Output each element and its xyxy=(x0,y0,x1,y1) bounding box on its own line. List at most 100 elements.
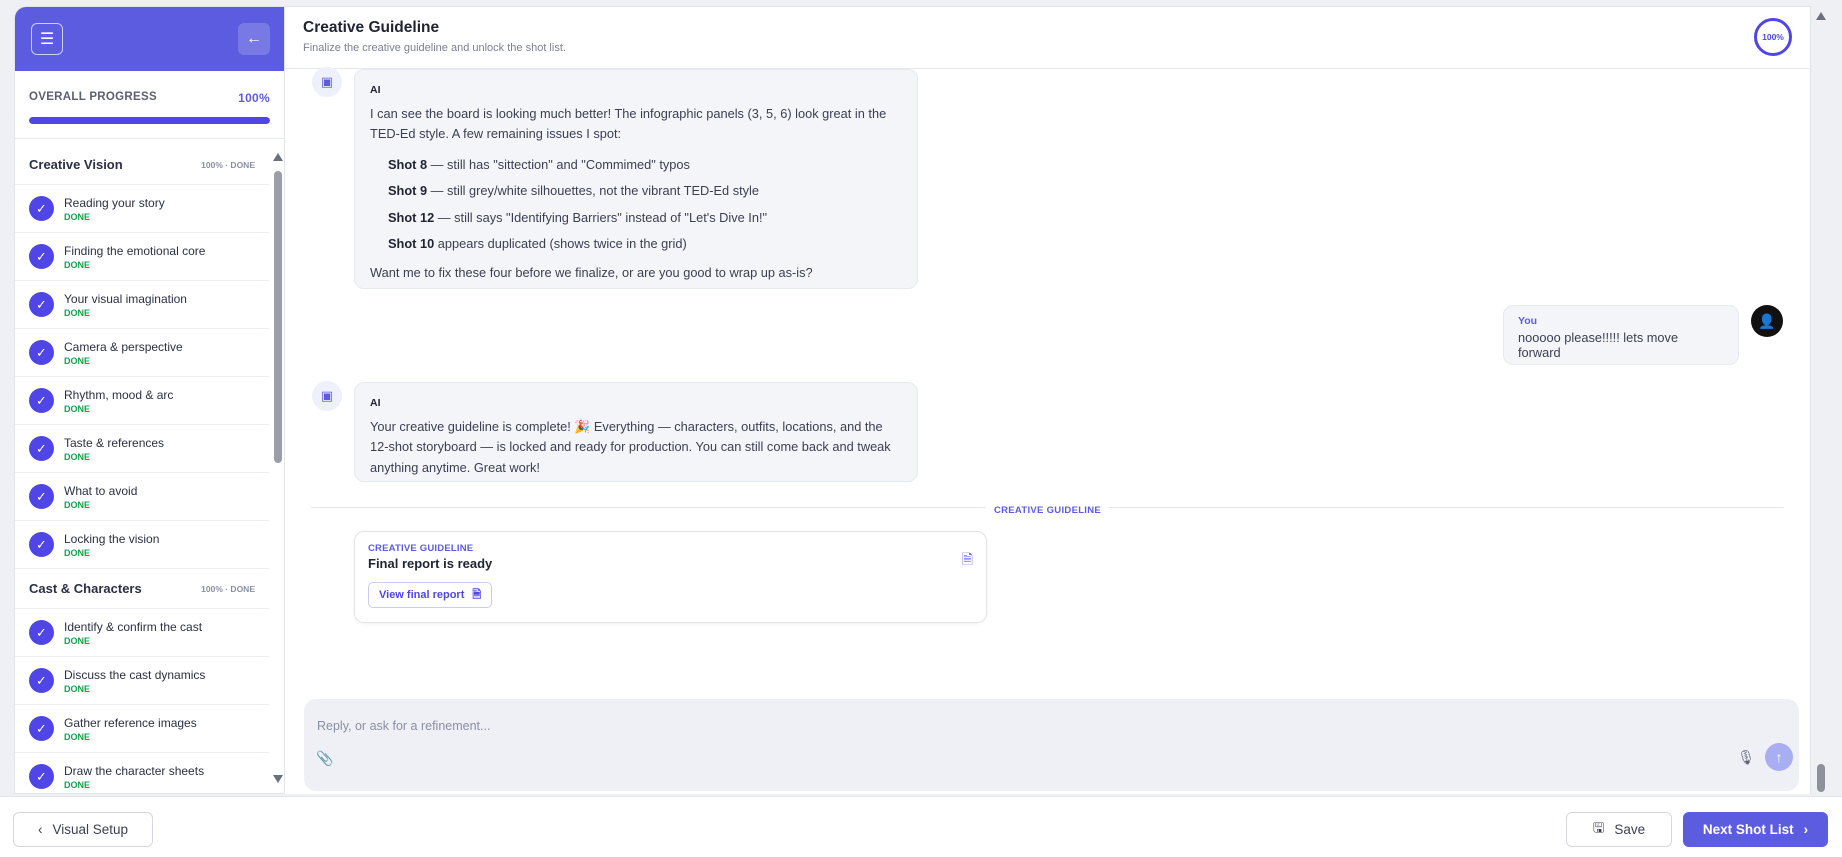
step-status: DONE xyxy=(64,635,91,646)
step-item[interactable]: ✓ Reading your story DONE xyxy=(15,185,269,233)
menu-icon[interactable]: ☰ xyxy=(31,23,63,55)
divider-label-text: CREATIVE GUIDELINE xyxy=(985,505,1110,516)
step-label: What to avoid xyxy=(64,483,138,498)
section-creative-vision[interactable]: Creative Vision 100% · DONE xyxy=(15,145,269,185)
view-final-report-button[interactable]: View final report 🗎 xyxy=(368,582,493,608)
step-item[interactable]: ✓ Finding the emotional core DONE xyxy=(15,233,269,281)
step-label: Gather reference images xyxy=(64,715,197,730)
progress-bar-fill xyxy=(29,117,270,124)
step-item[interactable]: ✓ Identify & confirm the cast DONE xyxy=(15,609,269,657)
check-icon: ✓ xyxy=(29,668,54,693)
page-header: Creative Guideline Finalize the creative… xyxy=(285,7,1810,69)
step-status: DONE xyxy=(64,211,91,222)
section-meta: 100% · DONE xyxy=(201,583,255,594)
step-label: Finding the emotional core xyxy=(64,243,206,258)
collapse-sidebar-button[interactable]: ← xyxy=(238,23,270,55)
message-text: Your creative guideline is complete! 🎉 E… xyxy=(370,418,891,475)
issue-item: Shot 8 — still has "sittection" and "Com… xyxy=(388,155,902,176)
step-item[interactable]: ✓ What to avoid DONE xyxy=(15,473,269,521)
send-button[interactable]: ↑ xyxy=(1765,743,1793,771)
section-name: Cast & Characters xyxy=(29,581,142,596)
sidebar-scrollbar[interactable] xyxy=(271,145,284,793)
step-label: Camera & perspective xyxy=(64,339,183,354)
save-button[interactable]: 🖫 Save xyxy=(1566,812,1672,847)
issue-shot: Shot 9 xyxy=(388,183,428,198)
step-label: Identify & confirm the cast xyxy=(64,619,203,634)
issue-text: — still says "Identifying Barriers" inst… xyxy=(434,209,768,225)
step-status: DONE xyxy=(64,731,91,742)
issue-shot: Shot 8 xyxy=(388,156,428,172)
paperclip-icon[interactable]: 📎 xyxy=(316,750,333,767)
next-label: Next Shot List xyxy=(1702,822,1794,837)
issue-text: appears duplicated (shows twice in the g… xyxy=(434,236,687,251)
step-label: Draw the character sheets xyxy=(64,763,205,778)
progress-bar xyxy=(29,117,270,124)
step-item[interactable]: ✓ Gather reference images DONE xyxy=(15,705,269,753)
scroll-thumb[interactable] xyxy=(274,171,282,463)
step-item[interactable]: ✓ Your visual imagination DONE xyxy=(15,281,269,329)
step-item[interactable]: ✓ Rhythm, mood & arc DONE xyxy=(15,377,269,425)
step-status: DONE xyxy=(64,259,91,270)
issue-item: Shot 12 — still says "Identifying Barrie… xyxy=(388,208,902,229)
main-scrollbar[interactable] xyxy=(1813,6,1829,794)
step-label: Your visual imagination xyxy=(64,291,187,306)
step-status: DONE xyxy=(64,779,91,790)
save-icon: 🖫 xyxy=(1592,820,1605,835)
step-item[interactable]: ✓ Camera & perspective DONE xyxy=(15,329,269,377)
arrow-left-icon: ← xyxy=(246,30,262,47)
check-icon: ✓ xyxy=(29,244,54,269)
save-label: Save xyxy=(1614,822,1646,837)
chevron-right-icon: › xyxy=(1803,822,1809,837)
check-icon: ✓ xyxy=(29,388,54,413)
check-icon: ✓ xyxy=(29,292,54,317)
main-panel: Creative Guideline Finalize the creative… xyxy=(285,6,1811,794)
step-item[interactable]: ✓ Draw the character sheets DONE xyxy=(15,753,269,793)
check-icon: ✓ xyxy=(29,532,54,557)
scroll-down-icon[interactable] xyxy=(273,775,283,783)
step-status: DONE xyxy=(64,355,91,366)
back-label: Visual Setup xyxy=(52,822,129,837)
scroll-thumb[interactable] xyxy=(1817,764,1825,792)
check-icon: ✓ xyxy=(29,196,54,221)
back-button[interactable]: ‹ Visual Setup xyxy=(13,812,153,847)
report-icon: 🗎 xyxy=(472,588,482,601)
step-status: DONE xyxy=(64,683,91,694)
progress-value: 100% xyxy=(238,91,270,105)
step-status: DONE xyxy=(64,451,91,462)
overall-progress: OVERALL PROGRESS 100% xyxy=(15,71,284,139)
ai-bot-icon: ▣ xyxy=(312,67,342,97)
step-status: DONE xyxy=(64,307,91,318)
step-item[interactable]: ✓ Discuss the cast dynamics DONE xyxy=(15,657,269,705)
message-composer[interactable]: Reply, or ask for a refinement... 📎 🎙 ↑ xyxy=(304,699,1799,791)
sidebar-header: ☰ ← xyxy=(15,7,284,71)
next-button[interactable]: Next Shot List › xyxy=(1683,812,1828,847)
user-message: You nooooo please!!!!! lets move forward xyxy=(1503,305,1739,365)
section-cast-characters[interactable]: Cast & Characters 100% · DONE xyxy=(15,569,269,609)
step-status: DONE xyxy=(64,547,91,558)
message-text: nooooo please!!!!! lets move forward xyxy=(1518,330,1679,360)
composer-input[interactable]: Reply, or ask for a refinement... xyxy=(317,719,490,733)
divider-label: CREATIVE GUIDELINE xyxy=(285,500,1810,518)
step-item[interactable]: ✓ Taste & references DONE xyxy=(15,425,269,473)
message-author: AI xyxy=(370,397,381,409)
step-label: Reading your story xyxy=(64,195,165,210)
ai-bot-icon: ▣ xyxy=(312,381,342,411)
section-name: Creative Vision xyxy=(29,157,123,172)
ai-message: AI Your creative guideline is complete! … xyxy=(354,382,918,482)
message-author: You xyxy=(1518,315,1538,327)
step-item[interactable]: ✓ Locking the vision DONE xyxy=(15,521,269,569)
step-label: Locking the vision xyxy=(64,531,160,546)
user-avatar-icon: 👤 xyxy=(1751,305,1783,337)
check-icon: ✓ xyxy=(29,484,54,509)
check-icon: ✓ xyxy=(29,436,54,461)
progress-ring: 100% xyxy=(1754,18,1792,56)
microphone-icon[interactable]: 🎙 xyxy=(1737,749,1755,766)
scroll-up-icon[interactable] xyxy=(273,153,283,161)
scroll-up-icon[interactable] xyxy=(1816,12,1826,20)
check-icon: ✓ xyxy=(29,764,54,789)
message-author: AI xyxy=(370,84,381,96)
ai-message: AI I can see the board is looking much b… xyxy=(354,69,918,289)
step-label: Rhythm, mood & arc xyxy=(64,387,174,402)
issue-item: Shot 10 appears duplicated (shows twice … xyxy=(388,234,902,255)
step-list: Creative Vision 100% · DONE ✓ Reading yo… xyxy=(15,145,269,793)
